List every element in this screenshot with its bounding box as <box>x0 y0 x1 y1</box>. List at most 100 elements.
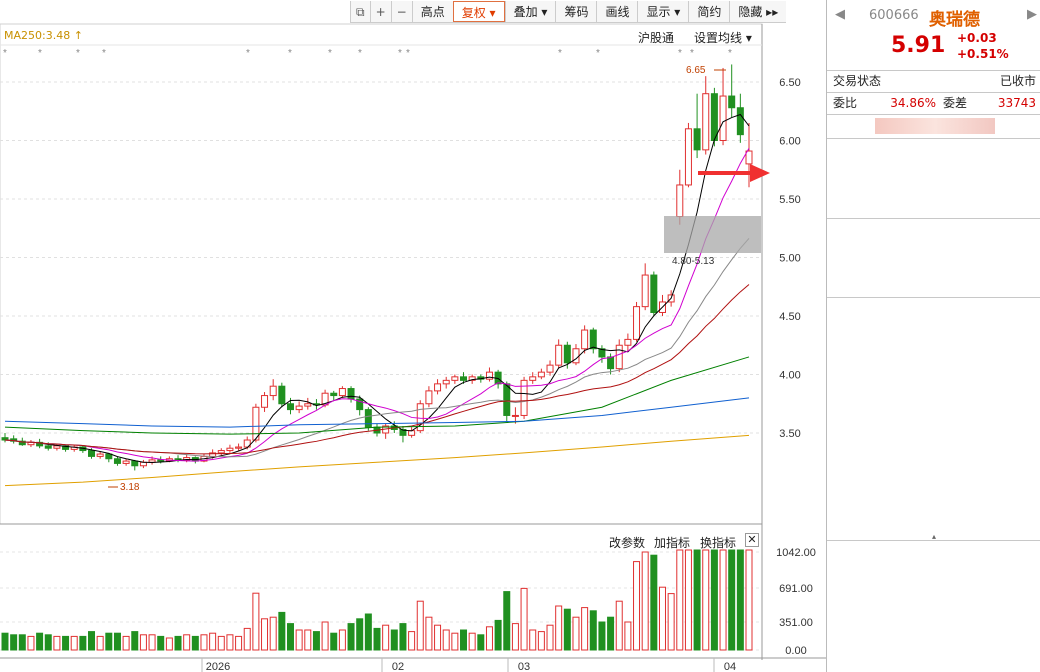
candle-body <box>330 392 338 397</box>
tick-row <box>833 583 1036 598</box>
toolbar-overlay-button[interactable]: 叠加 ▾ <box>504 1 556 22</box>
candle-body <box>131 460 139 467</box>
volume-tick-label: 691.00 <box>779 583 813 595</box>
add-indicator-button[interactable]: 加指标 <box>654 534 690 551</box>
toolbar-high-button[interactable]: 高点 <box>411 1 453 22</box>
volume-bar <box>174 635 182 651</box>
stats-row <box>833 499 1036 514</box>
tick-row <box>833 640 1036 655</box>
ma120-line <box>4 397 750 428</box>
stats-row <box>833 463 1036 478</box>
next-stock-icon[interactable]: ▶ <box>1027 7 1037 22</box>
volume-bar <box>572 616 580 651</box>
candle-body <box>589 329 597 350</box>
zoom-in-icon[interactable]: + <box>369 1 391 22</box>
change-params-button[interactable]: 改参数 <box>609 534 645 551</box>
candle-body <box>503 383 511 416</box>
ask-level <box>833 171 1036 186</box>
candle-body <box>633 306 641 340</box>
candle-body <box>710 93 718 141</box>
price-tick-label: 5.00 <box>779 253 800 265</box>
price-tick-label: 5.50 <box>779 194 800 206</box>
volume-bar <box>555 605 563 651</box>
hgt-label[interactable]: 沪股通 <box>638 29 674 46</box>
price-tick-label: 6.00 <box>779 136 800 148</box>
ask-level <box>833 186 1036 201</box>
stats-row <box>833 319 1036 334</box>
volume-bar <box>356 618 364 651</box>
toolbar-draw-button[interactable]: 画线 <box>596 1 637 22</box>
candle-body <box>113 458 121 464</box>
restore-icon[interactable]: ⧉ <box>350 1 370 22</box>
low-label: 3.18 <box>120 482 140 493</box>
volume-bar <box>79 635 87 651</box>
high-label: 6.65 <box>686 65 706 76</box>
candle-body <box>736 107 744 136</box>
event-marker: * <box>246 48 250 59</box>
time-axis-label: 02 <box>392 661 404 672</box>
price-tick-label: 4.50 <box>779 311 800 323</box>
quote-panel: ◀ 600666 奥瑞德 ▶ 5.91 +0.03 +0.51% 交易状态 已收市… <box>826 0 1040 672</box>
stats-row <box>833 445 1036 460</box>
bid-level <box>833 235 1036 250</box>
volume-bar <box>209 632 217 651</box>
ma10-line <box>4 147 750 462</box>
volume-bar <box>676 549 684 651</box>
prev-stock-icon[interactable]: ◀ <box>835 7 845 22</box>
volume-bar <box>278 611 286 651</box>
volume-bar <box>10 634 18 651</box>
set-ma-button[interactable]: 设置均线 ▾ <box>694 29 752 46</box>
volume-bar <box>546 624 554 651</box>
volume-bar <box>261 618 269 651</box>
volume-bar <box>148 634 156 651</box>
chart-toolbar: ⧉ + − 高点 复权 ▾ 叠加 ▾ 筹码 画线 显示 ▾ 简约 隐藏 ▸▸ <box>350 1 787 23</box>
stock-name: 奥瑞德 <box>929 10 980 30</box>
stats-row <box>833 391 1036 406</box>
volume-bar <box>243 627 251 651</box>
volume-bar <box>520 587 528 651</box>
candle-body <box>684 128 692 186</box>
toolbar-simple-button[interactable]: 简约 <box>688 1 729 22</box>
candle-body <box>434 383 442 392</box>
order-ratio-row: 委比 34.86% 委差 33743 <box>833 96 1036 110</box>
close-indicator-icon[interactable]: ✕ <box>745 533 759 547</box>
price-zone-box <box>664 216 761 253</box>
candle-body <box>295 405 303 411</box>
stats-row <box>833 373 1036 388</box>
candle-body <box>425 390 433 405</box>
price-change: +0.03 <box>957 31 997 45</box>
candle-body <box>235 446 243 449</box>
volume-bar <box>529 629 537 651</box>
volume-bar <box>563 608 571 651</box>
candle-body <box>122 460 130 464</box>
volume-bar <box>113 632 121 651</box>
volume-bar <box>338 629 346 651</box>
event-marker: * <box>690 48 694 59</box>
toolbar-chips-button[interactable]: 筹码 <box>555 1 596 22</box>
candle-body <box>693 128 701 151</box>
stock-code: 600666 <box>869 8 919 23</box>
event-marker: * <box>102 48 106 59</box>
event-marker: * <box>678 48 682 59</box>
bid-level <box>833 265 1036 280</box>
candle-body <box>442 379 450 385</box>
event-marker: * <box>38 48 42 59</box>
toolbar-adjust-button[interactable]: 复权 ▾ <box>452 1 505 22</box>
volume-bar <box>131 631 139 651</box>
candle-body <box>511 414 519 417</box>
switch-indicator-button[interactable]: 换指标 <box>700 534 736 551</box>
event-marker: * <box>728 48 732 59</box>
volume-tick-label: 1042.00 <box>776 547 816 559</box>
kline-chart[interactable]: 6.50 6.00 5.50 5.00 4.50 4.00 3.50 * * * * * * * * * * * *… <box>0 0 826 672</box>
volume-bar <box>719 549 727 651</box>
volume-bar <box>105 632 113 651</box>
ask-level <box>833 201 1036 216</box>
candle-body <box>529 376 537 381</box>
volume-bar <box>217 635 225 651</box>
volume-tick-label: 0.00 <box>785 645 806 657</box>
toolbar-display-button[interactable]: 显示 ▾ <box>637 1 688 22</box>
toolbar-hide-button[interactable]: 隐藏 ▸▸ <box>729 1 786 22</box>
candle-body <box>269 385 277 397</box>
price-change-pct: +0.51% <box>957 47 1009 61</box>
zoom-out-icon[interactable]: − <box>390 1 412 22</box>
